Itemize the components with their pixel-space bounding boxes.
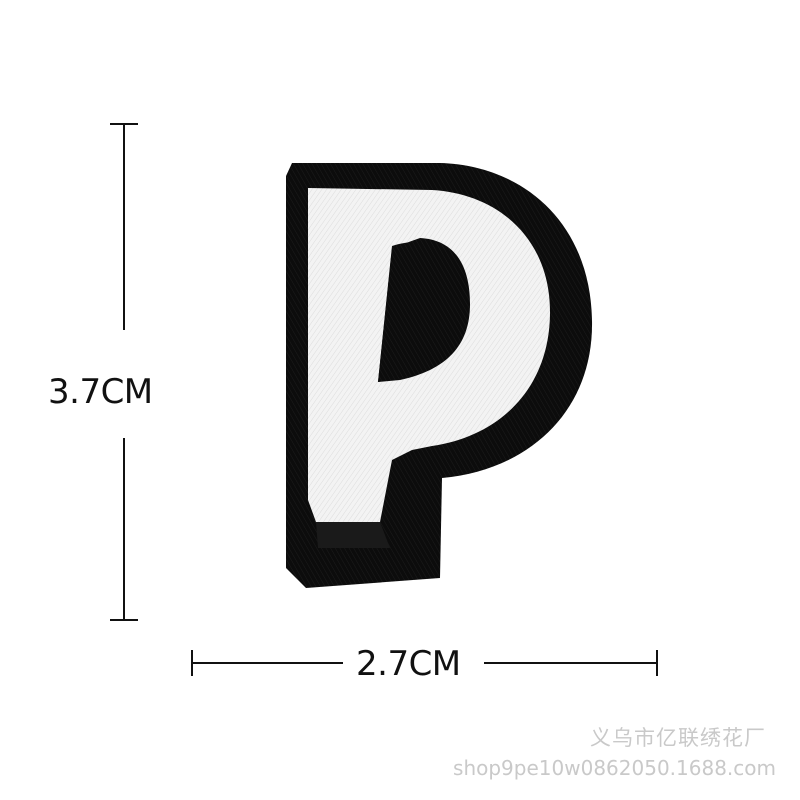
- extrusion-shade: [316, 522, 390, 548]
- watermark-shop-url: shop9pe10w0862050.1688.com: [453, 756, 776, 780]
- watermark-factory-name: 义乌市亿联绣花厂: [590, 726, 766, 750]
- height-label: 3.7CM: [48, 372, 153, 412]
- width-label: 2.7CM: [356, 644, 461, 684]
- product-image: 3.7CM 2.7CM 义乌市亿联绣花厂 shop9pe10w0862050.1…: [0, 0, 800, 800]
